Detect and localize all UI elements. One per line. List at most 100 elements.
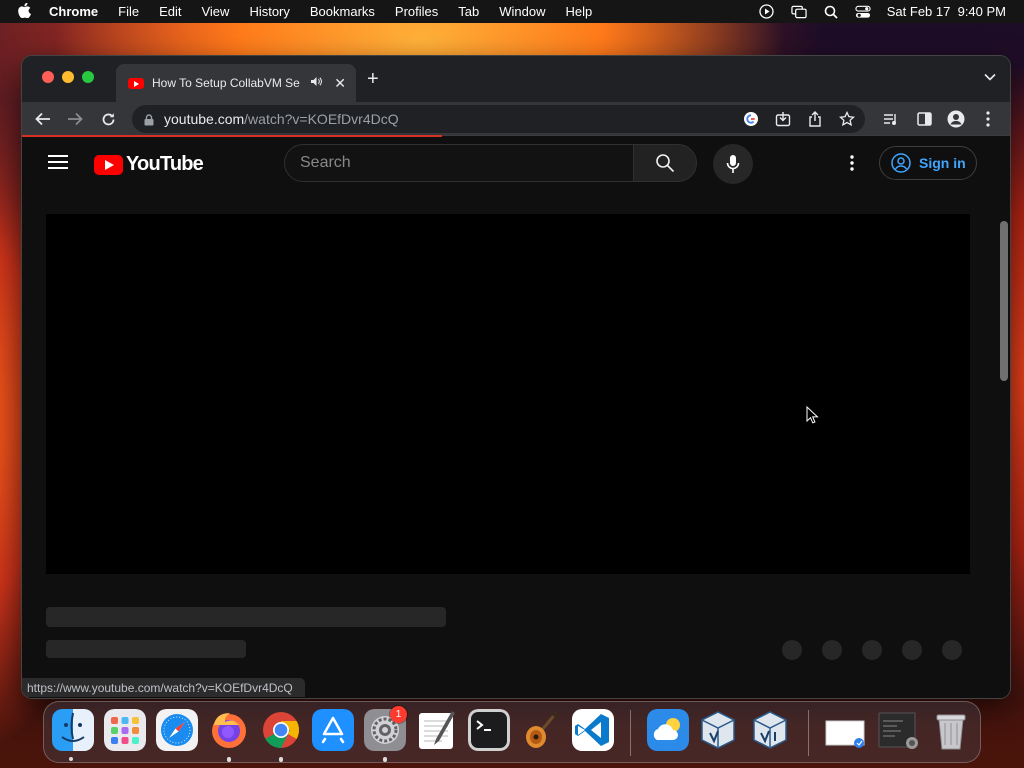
settings-notification-badge: 1 — [390, 706, 407, 723]
tab-title: How To Setup CollabVM Se — [152, 76, 300, 90]
search-icon — [656, 154, 675, 173]
dock-weather[interactable] — [647, 709, 689, 751]
link-status-bubble: https://www.youtube.com/watch?v=KOEfDvr4… — [22, 678, 305, 697]
tab-audio-icon[interactable] — [310, 76, 322, 90]
action-placeholder — [822, 640, 842, 660]
search-button[interactable] — [633, 144, 697, 182]
menu-file[interactable]: File — [118, 4, 139, 19]
virtualbox-vm-icon — [753, 711, 787, 749]
bookmark-star-icon[interactable] — [837, 109, 857, 129]
install-app-icon[interactable] — [773, 109, 793, 129]
dock-trash[interactable] — [930, 709, 972, 751]
dock — [43, 701, 981, 763]
lock-icon[interactable] — [144, 113, 154, 126]
user-circle-icon — [891, 153, 911, 173]
youtube-logo-text: YouTube — [126, 153, 204, 175]
sign-in-button[interactable]: Sign in — [879, 146, 977, 180]
share-icon[interactable] — [805, 109, 825, 129]
dock-firefox[interactable] — [208, 709, 250, 751]
dock-safari[interactable] — [156, 709, 198, 751]
google-lens-icon[interactable] — [741, 109, 761, 129]
dock-garageband[interactable] — [520, 709, 562, 751]
page-scrollbar[interactable] — [1000, 221, 1008, 381]
now-playing-icon[interactable] — [759, 4, 775, 19]
search-placeholder: Search — [300, 154, 351, 171]
tab-close-icon[interactable]: ✕ — [334, 75, 346, 92]
channel-placeholder — [46, 640, 246, 658]
dock-launchpad[interactable] — [104, 709, 146, 751]
weather-icon — [647, 709, 689, 751]
dock-virtualbox-vm[interactable] — [749, 709, 791, 751]
menu-clock[interactable]: Sat Feb 17 9:40 PM — [887, 4, 1006, 19]
vscode-icon — [572, 709, 614, 751]
launchpad-icon — [104, 709, 146, 751]
search-input[interactable]: Search — [284, 144, 634, 182]
dock-vscode[interactable] — [572, 709, 614, 751]
menu-profiles[interactable]: Profiles — [395, 4, 438, 19]
dock-app-store[interactable] — [312, 709, 354, 751]
dock-finder[interactable] — [52, 709, 94, 751]
minimize-window-button[interactable] — [62, 71, 74, 83]
reload-button[interactable] — [97, 108, 119, 130]
reading-list-icon[interactable] — [880, 108, 902, 130]
menu-help[interactable]: Help — [566, 4, 593, 19]
youtube-page: YouTube Search Sign in — [22, 137, 1010, 698]
running-indicator — [69, 757, 73, 761]
chrome-icon — [263, 712, 300, 748]
dock-screenshot[interactable] — [877, 709, 919, 751]
dock-separator — [808, 710, 809, 756]
safari-icon — [156, 709, 198, 751]
settings-more-button[interactable] — [842, 151, 862, 175]
video-player[interactable] — [46, 214, 970, 574]
menu-view[interactable]: View — [201, 4, 229, 19]
dock-chrome[interactable] — [260, 709, 302, 751]
dock-terminal[interactable] — [468, 709, 510, 751]
url-path: /watch?v=KOEfDvr4DcQ — [244, 111, 399, 127]
running-indicator — [279, 757, 283, 761]
new-tab-button[interactable]: + — [367, 68, 379, 91]
guitar-icon — [526, 712, 559, 748]
guide-menu-icon[interactable] — [48, 155, 68, 169]
back-button[interactable] — [32, 108, 54, 130]
screen-mirroring-icon[interactable] — [791, 5, 807, 19]
action-placeholder — [862, 640, 882, 660]
tab-youtube[interactable]: How To Setup CollabVM Se ✕ — [116, 64, 356, 102]
chrome-menu-icon[interactable] — [977, 108, 999, 130]
forward-button[interactable] — [64, 108, 86, 130]
menu-bar: Chrome File Edit View History Bookmarks … — [0, 0, 1024, 23]
tab-search-chevron-icon[interactable] — [984, 70, 996, 84]
youtube-logo[interactable]: YouTube — [94, 153, 204, 176]
voice-search-button[interactable] — [713, 144, 753, 184]
control-center-icon[interactable] — [855, 5, 871, 19]
dock-virtualbox[interactable] — [697, 709, 739, 751]
url-host: youtube.com — [164, 111, 245, 127]
zoom-window-button[interactable] — [82, 71, 94, 83]
menu-app-name[interactable]: Chrome — [49, 4, 98, 19]
virtualbox-icon — [701, 711, 735, 749]
more-vert-icon — [850, 155, 854, 171]
menu-bookmarks[interactable]: Bookmarks — [310, 4, 375, 19]
running-indicator — [227, 757, 231, 761]
menu-history[interactable]: History — [249, 4, 289, 19]
browser-toolbar: youtube.com/watch?v=KOEfDvr4DcQ — [22, 102, 1010, 136]
app-store-icon — [312, 709, 354, 751]
address-bar[interactable]: youtube.com/watch?v=KOEfDvr4DcQ — [132, 105, 865, 133]
youtube-play-icon — [94, 154, 123, 175]
dock-preview-document[interactable] — [824, 709, 866, 751]
youtube-favicon-icon — [128, 77, 144, 89]
side-panel-icon[interactable] — [913, 108, 935, 130]
menu-edit[interactable]: Edit — [159, 4, 181, 19]
close-window-button[interactable] — [42, 71, 54, 83]
dock-textedit[interactable] — [416, 709, 458, 751]
spotlight-search-icon[interactable] — [823, 5, 839, 19]
menu-tab[interactable]: Tab — [458, 4, 479, 19]
profile-avatar-icon[interactable] — [945, 108, 967, 130]
menu-window[interactable]: Window — [499, 4, 545, 19]
firefox-icon — [212, 713, 246, 748]
apple-menu-icon[interactable] — [18, 2, 31, 21]
title-placeholder — [46, 607, 446, 627]
action-placeholder — [902, 640, 922, 660]
microphone-icon — [726, 155, 740, 173]
trash-icon — [936, 714, 966, 750]
finder-icon — [52, 709, 94, 751]
